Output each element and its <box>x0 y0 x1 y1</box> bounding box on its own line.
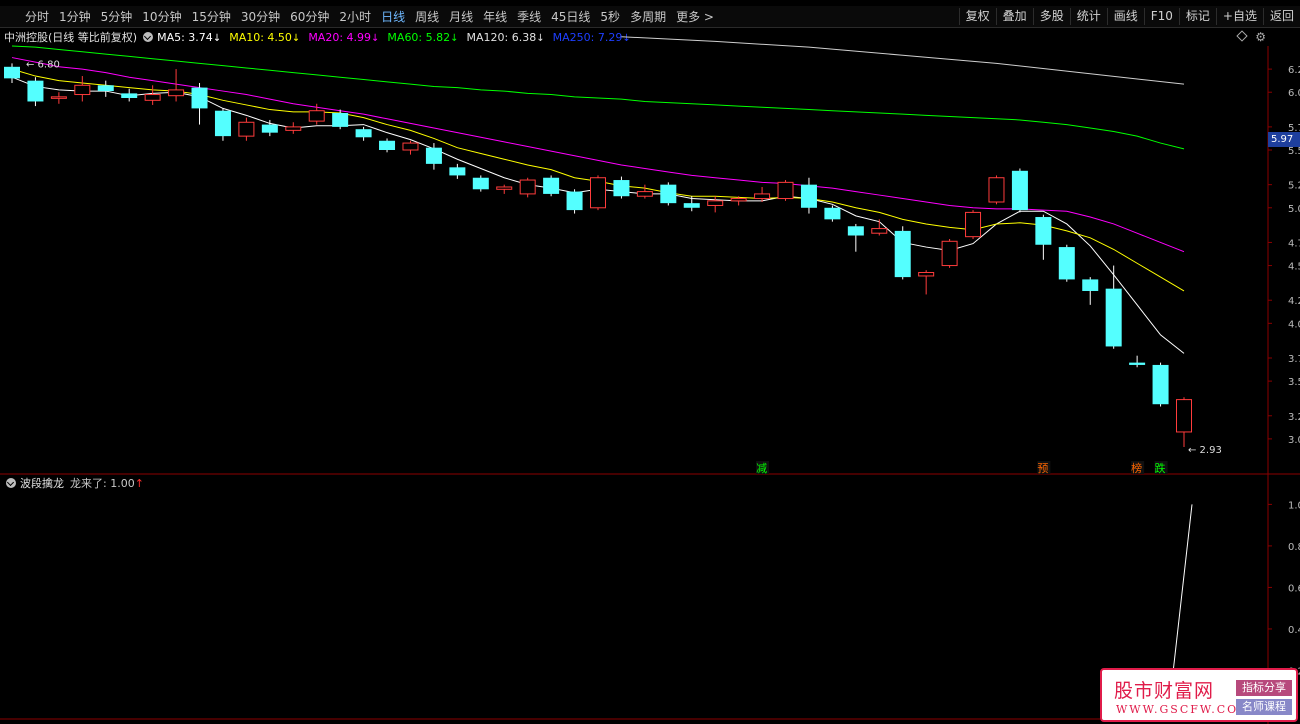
candle-body <box>308 110 325 122</box>
y-tick-label: 4.5 <box>1288 262 1300 273</box>
y-tick-label: 0.8 <box>1288 542 1300 553</box>
candlestick-chart: 6.26.05.75.55.25.04.74.54.24.03.73.53.23… <box>0 36 1300 724</box>
y-tick-label: 4.0 <box>1288 319 1300 330</box>
y-tick-label: 0.4 <box>1288 625 1300 636</box>
candle-body <box>824 207 841 220</box>
ma-line <box>11 57 1185 253</box>
candle-body <box>683 203 700 208</box>
candle-body <box>1011 170 1028 211</box>
arrow-up-icon: ↑ <box>134 476 144 490</box>
candle-body <box>4 66 20 79</box>
indicator-title-bar: 波段擒龙 龙来了: 1.00 ↑ <box>0 476 144 490</box>
signal-label: 跌 <box>1155 461 1166 475</box>
candle-body <box>449 167 466 176</box>
y-tick-label: 3.7 <box>1288 354 1300 365</box>
y-tick-label: 4.2 <box>1288 296 1300 307</box>
ma-line <box>11 45 1185 150</box>
candle-body <box>1152 364 1169 405</box>
candle-body <box>50 96 67 99</box>
y-tick-label: 6.0 <box>1288 88 1300 99</box>
indicator-value: 龙来了: 1.00 <box>70 477 135 490</box>
candle-body <box>613 180 630 197</box>
candle-body <box>941 240 958 267</box>
current-price-tag: 5.97 <box>1268 132 1300 147</box>
candle-body <box>261 124 278 133</box>
candle-body <box>355 129 372 138</box>
candle-body <box>379 140 396 150</box>
price-annotation: ← 2.93 <box>1188 445 1222 456</box>
candle-body <box>894 230 911 278</box>
signal-label: 预 <box>1037 462 1048 475</box>
candle-body <box>144 94 161 101</box>
price-annotation: ← 6.80 <box>26 59 60 70</box>
y-tick-label: 3.5 <box>1288 377 1300 388</box>
candle-body <box>707 200 724 206</box>
watermark: 股市财富网 WWW.GSCFW.COM 指标分享 名师课程 <box>1100 668 1298 722</box>
candle-body <box>965 211 982 238</box>
candle-body <box>988 177 1005 203</box>
signal-label: 减 <box>756 462 767 475</box>
candle-body <box>777 181 794 200</box>
y-tick-label: 5.0 <box>1288 204 1300 215</box>
y-tick-label: 6.2 <box>1288 65 1300 76</box>
candle-body <box>238 121 255 137</box>
candle-body <box>425 147 442 164</box>
y-tick-label: 0.6 <box>1288 583 1300 594</box>
y-tick-label: 5.2 <box>1288 181 1300 192</box>
y-tick-label: 4.7 <box>1288 238 1300 249</box>
candle-body <box>168 89 185 97</box>
candle-body <box>74 84 91 96</box>
candle-body <box>918 271 935 277</box>
candle-body <box>590 177 606 209</box>
watermark-tag: 指标分享 <box>1236 680 1292 696</box>
indicator-name: 波段擒龙 <box>20 477 64 490</box>
y-tick-label: 3.2 <box>1288 412 1300 423</box>
candle-body <box>730 198 747 202</box>
candle-body <box>1058 247 1075 280</box>
candle-body <box>214 110 231 137</box>
candle-body <box>27 80 44 102</box>
y-tick-label: 1.0 <box>1288 500 1300 511</box>
candle-body <box>472 177 489 190</box>
candle-body <box>847 226 864 236</box>
candle-body <box>871 228 888 234</box>
candle-body <box>402 142 419 151</box>
candle-body <box>1035 217 1052 245</box>
watermark-logo: 股市财富网 <box>1114 680 1215 702</box>
chevron-down-icon[interactable] <box>6 478 16 488</box>
candle-body <box>1176 399 1192 433</box>
candle-body <box>332 113 349 127</box>
ma-line <box>621 36 1185 85</box>
candle-body <box>660 184 677 204</box>
candle-body <box>121 93 138 98</box>
candle-body <box>754 193 771 200</box>
candle-body <box>285 126 302 131</box>
y-tick-label: 3.0 <box>1288 435 1300 446</box>
candle-body <box>519 179 536 195</box>
candle-body <box>191 87 208 109</box>
ma-line <box>11 76 1185 354</box>
candle-body <box>97 85 114 92</box>
candle-body <box>543 177 560 194</box>
candle-body <box>566 191 583 211</box>
candle-body <box>636 191 653 197</box>
signal-label: 榜 <box>1131 461 1142 475</box>
candle-body <box>1105 288 1122 347</box>
candle-body <box>496 186 513 190</box>
y-tick-label: 5.5 <box>1288 146 1300 157</box>
watermark-tag: 名师课程 <box>1236 699 1292 715</box>
candle-body <box>800 184 817 208</box>
watermark-url: WWW.GSCFW.COM <box>1116 703 1252 716</box>
candle-body <box>1082 279 1099 291</box>
candle-body <box>1129 362 1146 365</box>
